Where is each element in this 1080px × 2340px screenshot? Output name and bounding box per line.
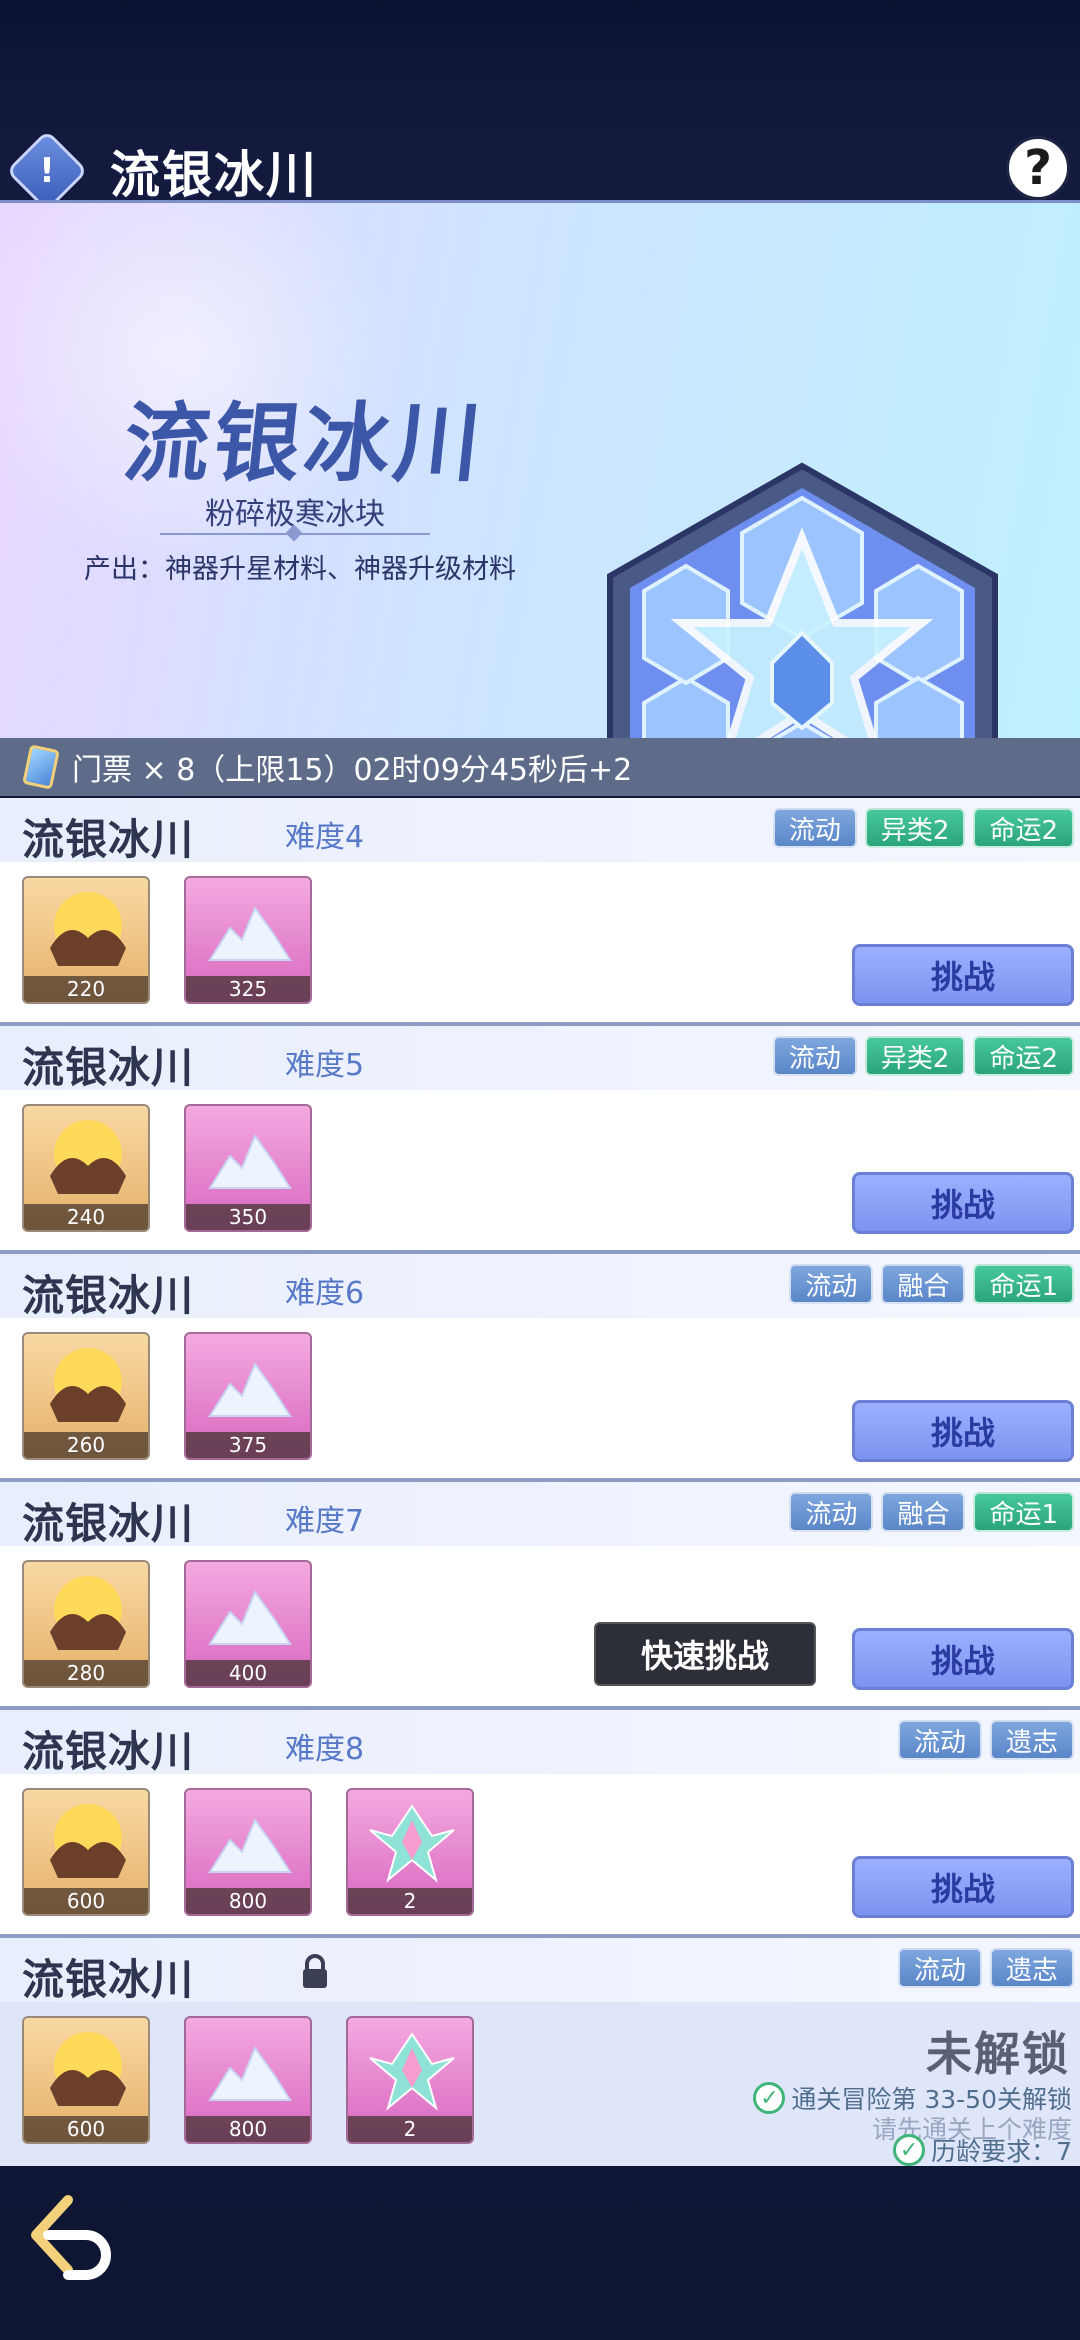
stage-name: 流银冰川 bbox=[22, 815, 195, 864]
ice-pile-icon bbox=[208, 1817, 292, 1873]
back-arrow-icon[interactable] bbox=[28, 2190, 118, 2280]
reward-item-gold-ore[interactable]: 260 bbox=[22, 1332, 150, 1460]
stage-row-difficulty-8: 流银冰川 难度8 流动 遗志 600 800 2 挑战 bbox=[0, 1710, 1080, 1938]
stage-row-difficulty-5: 流银冰川 难度5 流动 异类2 命运2 240 350 挑战 bbox=[0, 1026, 1080, 1254]
ticket-bar: 门票 × 8（上限15）02时09分45秒后+2 bbox=[0, 738, 1080, 796]
gold-ore-icon bbox=[50, 1804, 126, 1878]
ice-pile-icon bbox=[208, 1133, 292, 1189]
stage-difficulty: 难度7 bbox=[285, 1504, 365, 1539]
banner-description: 产出：神器升星材料、神器升级材料 bbox=[84, 554, 516, 585]
locked-status: 未解锁 bbox=[926, 2027, 1070, 2081]
help-button[interactable]: ? bbox=[1006, 136, 1070, 200]
tag-fusion: 融合 bbox=[881, 1264, 966, 1304]
stage-banner: 流银冰川 粉碎极寒冰块 产出：神器升星材料、神器升级材料 bbox=[0, 200, 1080, 740]
gold-ore-icon bbox=[50, 892, 126, 966]
ticket-text: 门票 × 8（上限15）02时09分45秒后+2 bbox=[72, 753, 633, 788]
ice-pile-icon bbox=[208, 905, 292, 961]
stage-difficulty: 难度6 bbox=[285, 1276, 365, 1311]
ticket-icon bbox=[22, 744, 60, 790]
tag-flow: 流动 bbox=[897, 1720, 982, 1760]
tag-flow: 流动 bbox=[897, 1948, 982, 1988]
challenge-button[interactable]: 挑战 bbox=[852, 1628, 1074, 1690]
challenge-button[interactable]: 挑战 bbox=[852, 1400, 1074, 1462]
banner-title: 流银冰川 bbox=[118, 394, 490, 494]
page-title: 流银冰川 bbox=[110, 146, 318, 204]
gold-ore-icon bbox=[50, 1576, 126, 1650]
reward-item-gold-ore[interactable]: 220 bbox=[22, 876, 150, 1004]
stage-name: 流银冰川 bbox=[22, 1271, 195, 1320]
tag-flow: 流动 bbox=[789, 1492, 874, 1532]
stage-name: 流银冰川 bbox=[22, 1499, 195, 1548]
banner-divider bbox=[160, 533, 430, 535]
tag-fusion: 融合 bbox=[881, 1492, 966, 1532]
challenge-button[interactable]: 挑战 bbox=[852, 944, 1074, 1006]
stage-row-difficulty-7: 流银冰川 难度7 流动 融合 命运1 280 400 快速挑战 挑战 bbox=[0, 1482, 1080, 1710]
tag-alien: 异类2 bbox=[864, 808, 966, 848]
rainbow-crystal-icon bbox=[369, 1804, 455, 1883]
reward-item-ice-shard[interactable]: 350 bbox=[184, 1104, 312, 1232]
challenge-button[interactable]: 挑战 bbox=[852, 1856, 1074, 1918]
check-icon: ✓ bbox=[753, 2082, 786, 2114]
stage-name: 流银冰川 bbox=[22, 1955, 195, 2004]
check-icon: ✓ bbox=[893, 2134, 926, 2166]
stage-difficulty: 难度5 bbox=[285, 1048, 365, 1083]
tag-fate: 命运1 bbox=[973, 1264, 1074, 1304]
tag-legacy: 遗志 bbox=[989, 1720, 1074, 1760]
stage-name: 流银冰川 bbox=[22, 1727, 195, 1776]
rainbow-crystal-icon bbox=[369, 2032, 455, 2111]
gold-ore-icon bbox=[50, 1348, 126, 1422]
reward-item-gold-ore[interactable]: 240 bbox=[22, 1104, 150, 1232]
stage-header: 流银冰川 难度4 流动 异类2 命运2 bbox=[0, 798, 1080, 864]
tag-flow: 流动 bbox=[772, 808, 857, 848]
tag-legacy: 遗志 bbox=[989, 1948, 1074, 1988]
stage-row-difficulty-6: 流银冰川 难度6 流动 融合 命运1 260 375 挑战 bbox=[0, 1254, 1080, 1482]
stage-row-difficulty-4: 流银冰川 难度4 流动 异类2 命运2 220 325 挑战 bbox=[0, 798, 1080, 1026]
reward-item-gold-ore[interactable]: 600 bbox=[22, 2016, 150, 2144]
gold-ore-icon bbox=[50, 1120, 126, 1194]
reward-item-ice-shard[interactable]: 375 bbox=[184, 1332, 312, 1460]
reward-item-ice-shard[interactable]: 800 bbox=[184, 2016, 312, 2144]
ice-crystal-icon bbox=[607, 462, 998, 740]
lock-icon bbox=[303, 1954, 327, 1988]
tag-alien: 异类2 bbox=[864, 1036, 966, 1076]
unlock-requirement-age: ✓ 历龄要求：7 bbox=[893, 2132, 1072, 2168]
tag-flow: 流动 bbox=[789, 1264, 874, 1304]
gold-ore-icon bbox=[50, 2032, 126, 2106]
reward-item-prism-crystal[interactable]: 2 bbox=[346, 2016, 474, 2144]
stage-name: 流银冰川 bbox=[22, 1043, 195, 1092]
stage-difficulty: 难度4 bbox=[285, 820, 365, 855]
ice-pile-icon bbox=[208, 2045, 292, 2101]
reward-item-gold-ore[interactable]: 280 bbox=[22, 1560, 150, 1688]
tag-fate: 命运2 bbox=[973, 1036, 1074, 1076]
tag-fate: 命运1 bbox=[973, 1492, 1074, 1532]
quick-challenge-button[interactable]: 快速挑战 bbox=[594, 1622, 816, 1686]
ice-pile-icon bbox=[208, 1589, 292, 1645]
tag-flow: 流动 bbox=[772, 1036, 857, 1076]
challenge-button[interactable]: 挑战 bbox=[852, 1172, 1074, 1234]
tag-fate: 命运2 bbox=[973, 808, 1074, 848]
ice-pile-icon bbox=[208, 1361, 292, 1417]
reward-item-ice-shard[interactable]: 325 bbox=[184, 876, 312, 1004]
reward-item-ice-shard[interactable]: 400 bbox=[184, 1560, 312, 1688]
stage-difficulty: 难度8 bbox=[285, 1732, 365, 1767]
stage-row-locked: 流银冰川 流动 遗志 600 800 2 未解锁 ✓ 通关冒险第 33-50关解… bbox=[0, 1938, 1080, 2166]
reward-item-gold-ore[interactable]: 600 bbox=[22, 1788, 150, 1916]
reward-item-prism-crystal[interactable]: 2 bbox=[346, 1788, 474, 1916]
top-bar: ! 流银冰川 ? bbox=[0, 0, 1080, 213]
exclamation-icon: ! bbox=[39, 151, 55, 191]
reward-item-ice-shard[interactable]: 800 bbox=[184, 1788, 312, 1916]
